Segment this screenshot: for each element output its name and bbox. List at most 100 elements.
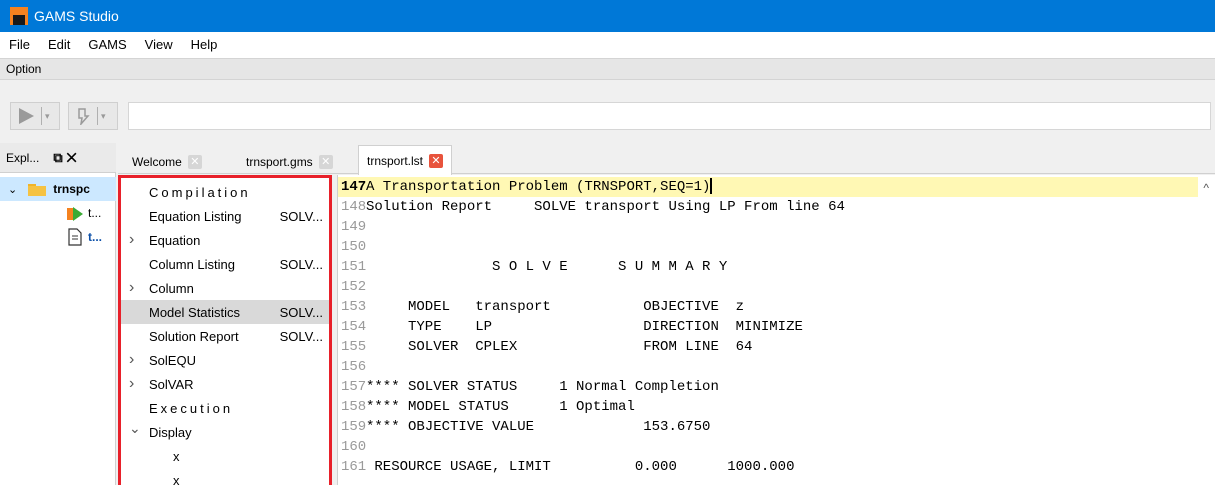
chevron-right-icon[interactable]: › xyxy=(129,375,134,393)
nav-item[interactable]: Model Statistics SOLV... xyxy=(121,300,329,324)
menu-file[interactable]: File xyxy=(0,32,39,58)
line-number: 156 xyxy=(341,359,367,375)
nav-item[interactable]: x xyxy=(121,468,329,485)
line-text: **** MODEL STATUS 1 Optimal xyxy=(366,399,635,415)
chevron-down-icon[interactable]: ⌄ xyxy=(129,420,141,437)
nav-label: Column Listing xyxy=(149,256,235,272)
line-number: 160 xyxy=(341,439,367,455)
nav-label: SolVAR xyxy=(149,376,194,392)
editor-line: 150 xyxy=(338,237,1198,257)
tab-label: Welcome xyxy=(132,154,182,169)
tree-item-label: t... xyxy=(88,206,102,220)
explorer-header: Expl... ⧉✕ xyxy=(0,143,116,173)
nav-label: x xyxy=(173,448,180,464)
nav-label: Equation xyxy=(149,232,201,248)
menu-bar: File Edit GAMS View Help xyxy=(0,32,1215,58)
line-number: 149 xyxy=(341,219,367,235)
explorer-title: Expl... xyxy=(6,150,40,165)
close-icon[interactable]: ✕ xyxy=(429,153,444,168)
editor-line: 155 SOLVER CPLEX FROM LINE 64 xyxy=(338,337,1198,357)
line-text: Solution Report SOLVE transport Using LP… xyxy=(366,199,845,215)
line-number: 148 xyxy=(341,199,367,215)
nav-item[interactable]: x xyxy=(121,444,329,468)
nav-item[interactable]: › Column xyxy=(121,276,329,300)
interrupt-button[interactable]: ▾ xyxy=(68,102,118,130)
nav-value: SOLV... xyxy=(279,208,323,224)
line-text: RESOURCE USAGE, LIMIT 0.000 1000.000 xyxy=(366,459,795,475)
line-number: 158 xyxy=(341,399,367,415)
nav-section[interactable]: Execution xyxy=(121,396,329,420)
nav-item[interactable]: Solution Report SOLV... xyxy=(121,324,329,348)
editor-line: 159**** OBJECTIVE VALUE 153.6750 xyxy=(338,417,1198,437)
chevron-down-icon: ⌄ xyxy=(8,183,18,196)
close-icon[interactable]: ✕ xyxy=(318,154,333,169)
editor-line: 148Solution Report SOLVE transport Using… xyxy=(338,197,1198,217)
nav-label: Compilation xyxy=(149,184,251,200)
nav-label: Solution Report xyxy=(149,328,239,344)
tree-item-label: trnspc xyxy=(53,182,90,196)
nav-item[interactable]: Column Listing SOLV... xyxy=(121,252,329,276)
run-button[interactable]: ▾ xyxy=(10,102,60,130)
editor-tab-bar: Welcome ✕ trnsport.gms ✕ trnsport.lst ✕ xyxy=(118,143,1215,175)
option-toolbar: ▾ ▾ xyxy=(0,80,1215,142)
project-explorer: ⌄ trnspc t... t... xyxy=(0,173,116,485)
nav-item[interactable]: ⌄ Display xyxy=(121,420,329,444)
play-icon xyxy=(19,108,34,124)
close-icon[interactable]: ✕ xyxy=(187,154,202,169)
nav-label: SolEQU xyxy=(149,352,196,368)
line-text: A Transportation Problem (TRNSPORT,SEQ=1… xyxy=(366,179,711,195)
line-number: 150 xyxy=(341,239,367,255)
window-title: GAMS Studio xyxy=(34,8,119,24)
line-number: 153 xyxy=(341,299,367,315)
float-icon[interactable]: ⧉ xyxy=(53,150,66,165)
nav-section[interactable]: Compilation xyxy=(121,180,329,204)
editor-line: 149 xyxy=(338,217,1198,237)
nav-item[interactable]: › Equation xyxy=(121,228,329,252)
nav-value: SOLV... xyxy=(279,328,323,344)
tree-item-project[interactable]: ⌄ trnspc xyxy=(0,177,116,201)
line-text: MODEL transport OBJECTIVE z xyxy=(366,299,745,315)
line-text: SOLVER CPLEX FROM LINE 64 xyxy=(366,339,753,355)
listing-navigation-tree: Compilation Equation Listing SOLV... › Equat… xyxy=(118,175,332,485)
tree-item-lst[interactable]: t... xyxy=(0,225,102,249)
interrupt-icon xyxy=(78,108,90,125)
line-number: 147 xyxy=(341,179,367,195)
document-icon xyxy=(68,228,82,246)
nav-item[interactable]: › SolEQU xyxy=(121,348,329,372)
chevron-down-icon: ▾ xyxy=(101,110,106,121)
close-icon[interactable]: ✕ xyxy=(67,150,81,165)
tab-welcome[interactable]: Welcome ✕ xyxy=(124,149,210,174)
scroll-up-icon[interactable]: ^ xyxy=(1203,181,1209,195)
tab-trnsport-lst[interactable]: trnsport.lst ✕ xyxy=(358,145,453,175)
menu-help[interactable]: Help xyxy=(182,32,227,58)
menu-gams[interactable]: GAMS xyxy=(79,32,135,58)
editor-line: 147A Transportation Problem (TRNSPORT,SE… xyxy=(338,177,1198,197)
nav-item[interactable]: › SolVAR xyxy=(121,372,329,396)
command-line-input[interactable] xyxy=(128,102,1211,130)
line-number: 154 xyxy=(341,319,367,335)
menu-view[interactable]: View xyxy=(136,32,182,58)
menu-edit[interactable]: Edit xyxy=(39,32,79,58)
chevron-down-icon: ▾ xyxy=(45,110,50,121)
tree-item-gms[interactable]: t... xyxy=(0,201,101,225)
line-text: S O L V E S U M M A R Y xyxy=(366,259,728,275)
nav-label: Equation Listing xyxy=(149,208,242,224)
listing-editor[interactable]: ^ 147A Transportation Problem (TRNSPORT,… xyxy=(337,175,1215,485)
text-cursor xyxy=(710,178,713,195)
gams-file-icon xyxy=(67,207,83,221)
line-number: 152 xyxy=(341,279,367,295)
nav-value: SOLV... xyxy=(279,256,323,272)
line-number: 157 xyxy=(341,379,367,395)
editor-line: 153 MODEL transport OBJECTIVE z xyxy=(338,297,1198,317)
editor-line: 152 xyxy=(338,277,1198,297)
editor-line: 161 RESOURCE USAGE, LIMIT 0.000 1000.000 xyxy=(338,457,1198,477)
chevron-right-icon[interactable]: › xyxy=(129,231,134,249)
chevron-right-icon[interactable]: › xyxy=(129,351,134,369)
title-bar: GAMS Studio xyxy=(0,0,1215,32)
option-bar-label: Option xyxy=(0,58,1215,80)
nav-label: x xyxy=(173,472,180,485)
nav-label: Column xyxy=(149,280,194,296)
nav-item[interactable]: Equation Listing SOLV... xyxy=(121,204,329,228)
chevron-right-icon[interactable]: › xyxy=(129,279,134,297)
tab-trnsport-gms[interactable]: trnsport.gms ✕ xyxy=(238,149,341,174)
